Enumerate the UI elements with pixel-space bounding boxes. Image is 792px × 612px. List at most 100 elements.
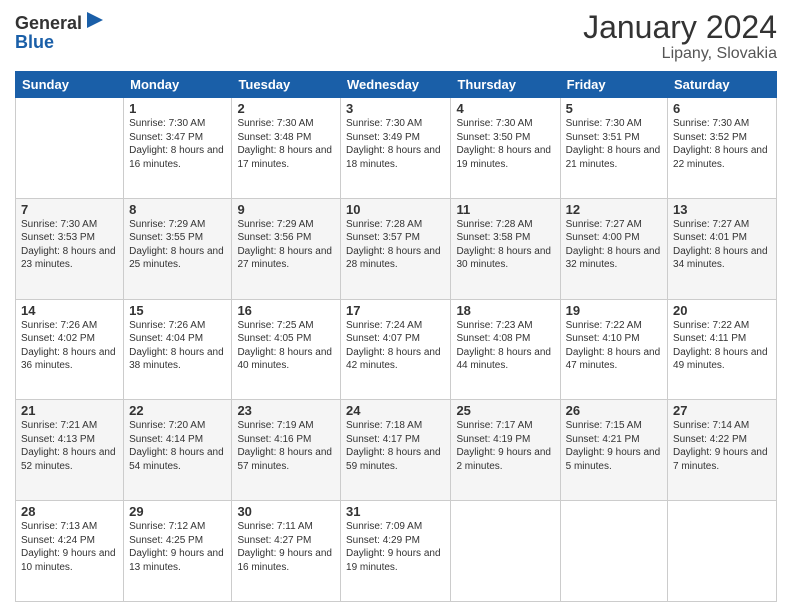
header-tuesday: Tuesday xyxy=(232,72,341,98)
day-number: 22 xyxy=(129,403,226,418)
day-number: 24 xyxy=(346,403,445,418)
day-number: 3 xyxy=(346,101,445,116)
day-info: Sunrise: 7:30 AMSunset: 3:49 PMDaylight:… xyxy=(346,117,445,171)
calendar-cell: 26Sunrise: 7:15 AMSunset: 4:21 PMDayligh… xyxy=(560,400,667,501)
header: General Blue January 2024 Lipany, Slovak… xyxy=(15,10,777,63)
header-saturday: Saturday xyxy=(668,72,777,98)
day-number: 18 xyxy=(456,303,554,318)
calendar-cell: 5Sunrise: 7:30 AMSunset: 3:51 PMDaylight… xyxy=(560,98,667,199)
calendar-cell: 31Sunrise: 7:09 AMSunset: 4:29 PMDayligh… xyxy=(341,501,451,602)
calendar-cell: 3Sunrise: 7:30 AMSunset: 3:49 PMDaylight… xyxy=(341,98,451,199)
page-title: January 2024 xyxy=(583,10,777,45)
day-info: Sunrise: 7:21 AMSunset: 4:13 PMDaylight:… xyxy=(21,419,118,473)
calendar-cell: 9Sunrise: 7:29 AMSunset: 3:56 PMDaylight… xyxy=(232,198,341,299)
day-info: Sunrise: 7:28 AMSunset: 3:58 PMDaylight:… xyxy=(456,218,554,272)
day-info: Sunrise: 7:30 AMSunset: 3:47 PMDaylight:… xyxy=(129,117,226,171)
calendar-cell: 16Sunrise: 7:25 AMSunset: 4:05 PMDayligh… xyxy=(232,299,341,400)
day-info: Sunrise: 7:13 AMSunset: 4:24 PMDaylight:… xyxy=(21,520,118,574)
calendar-cell: 7Sunrise: 7:30 AMSunset: 3:53 PMDaylight… xyxy=(16,198,124,299)
calendar-cell: 24Sunrise: 7:18 AMSunset: 4:17 PMDayligh… xyxy=(341,400,451,501)
calendar-cell: 18Sunrise: 7:23 AMSunset: 4:08 PMDayligh… xyxy=(451,299,560,400)
calendar-cell: 19Sunrise: 7:22 AMSunset: 4:10 PMDayligh… xyxy=(560,299,667,400)
calendar-cell: 4Sunrise: 7:30 AMSunset: 3:50 PMDaylight… xyxy=(451,98,560,199)
day-number: 10 xyxy=(346,202,445,217)
day-info: Sunrise: 7:30 AMSunset: 3:53 PMDaylight:… xyxy=(21,218,118,272)
calendar-cell: 8Sunrise: 7:29 AMSunset: 3:55 PMDaylight… xyxy=(124,198,232,299)
logo-general: General xyxy=(15,13,82,34)
day-info: Sunrise: 7:22 AMSunset: 4:10 PMDaylight:… xyxy=(566,319,662,373)
calendar-cell: 28Sunrise: 7:13 AMSunset: 4:24 PMDayligh… xyxy=(16,501,124,602)
day-info: Sunrise: 7:18 AMSunset: 4:17 PMDaylight:… xyxy=(346,419,445,473)
day-info: Sunrise: 7:30 AMSunset: 3:48 PMDaylight:… xyxy=(237,117,335,171)
calendar-cell: 22Sunrise: 7:20 AMSunset: 4:14 PMDayligh… xyxy=(124,400,232,501)
calendar-cell: 1Sunrise: 7:30 AMSunset: 3:47 PMDaylight… xyxy=(124,98,232,199)
day-number: 4 xyxy=(456,101,554,116)
header-sunday: Sunday xyxy=(16,72,124,98)
day-info: Sunrise: 7:25 AMSunset: 4:05 PMDaylight:… xyxy=(237,319,335,373)
calendar-cell: 10Sunrise: 7:28 AMSunset: 3:57 PMDayligh… xyxy=(341,198,451,299)
day-number: 8 xyxy=(129,202,226,217)
day-number: 16 xyxy=(237,303,335,318)
header-friday: Friday xyxy=(560,72,667,98)
day-number: 27 xyxy=(673,403,771,418)
calendar-cell xyxy=(451,501,560,602)
day-info: Sunrise: 7:26 AMSunset: 4:04 PMDaylight:… xyxy=(129,319,226,373)
calendar-cell: 15Sunrise: 7:26 AMSunset: 4:04 PMDayligh… xyxy=(124,299,232,400)
calendar-table: Sunday Monday Tuesday Wednesday Thursday… xyxy=(15,71,777,602)
header-wednesday: Wednesday xyxy=(341,72,451,98)
day-number: 5 xyxy=(566,101,662,116)
day-number: 29 xyxy=(129,504,226,519)
day-number: 7 xyxy=(21,202,118,217)
calendar-cell: 20Sunrise: 7:22 AMSunset: 4:11 PMDayligh… xyxy=(668,299,777,400)
day-info: Sunrise: 7:19 AMSunset: 4:16 PMDaylight:… xyxy=(237,419,335,473)
day-number: 30 xyxy=(237,504,335,519)
calendar-cell: 23Sunrise: 7:19 AMSunset: 4:16 PMDayligh… xyxy=(232,400,341,501)
calendar-cell: 21Sunrise: 7:21 AMSunset: 4:13 PMDayligh… xyxy=(16,400,124,501)
day-info: Sunrise: 7:15 AMSunset: 4:21 PMDaylight:… xyxy=(566,419,662,473)
day-info: Sunrise: 7:30 AMSunset: 3:50 PMDaylight:… xyxy=(456,117,554,171)
day-number: 20 xyxy=(673,303,771,318)
logo: General Blue xyxy=(15,10,106,53)
day-number: 13 xyxy=(673,202,771,217)
day-info: Sunrise: 7:28 AMSunset: 3:57 PMDaylight:… xyxy=(346,218,445,272)
day-info: Sunrise: 7:23 AMSunset: 4:08 PMDaylight:… xyxy=(456,319,554,373)
day-info: Sunrise: 7:09 AMSunset: 4:29 PMDaylight:… xyxy=(346,520,445,574)
calendar-cell: 11Sunrise: 7:28 AMSunset: 3:58 PMDayligh… xyxy=(451,198,560,299)
day-number: 23 xyxy=(237,403,335,418)
calendar-cell: 17Sunrise: 7:24 AMSunset: 4:07 PMDayligh… xyxy=(341,299,451,400)
calendar-cell: 29Sunrise: 7:12 AMSunset: 4:25 PMDayligh… xyxy=(124,501,232,602)
day-info: Sunrise: 7:11 AMSunset: 4:27 PMDaylight:… xyxy=(237,520,335,574)
calendar-cell: 30Sunrise: 7:11 AMSunset: 4:27 PMDayligh… xyxy=(232,501,341,602)
calendar-cell: 12Sunrise: 7:27 AMSunset: 4:00 PMDayligh… xyxy=(560,198,667,299)
day-number: 6 xyxy=(673,101,771,116)
day-info: Sunrise: 7:30 AMSunset: 3:52 PMDaylight:… xyxy=(673,117,771,171)
calendar-cell xyxy=(16,98,124,199)
day-number: 28 xyxy=(21,504,118,519)
day-number: 1 xyxy=(129,101,226,116)
calendar-cell xyxy=(560,501,667,602)
calendar-header-row: Sunday Monday Tuesday Wednesday Thursday… xyxy=(16,72,777,98)
day-info: Sunrise: 7:30 AMSunset: 3:51 PMDaylight:… xyxy=(566,117,662,171)
day-info: Sunrise: 7:20 AMSunset: 4:14 PMDaylight:… xyxy=(129,419,226,473)
day-info: Sunrise: 7:12 AMSunset: 4:25 PMDaylight:… xyxy=(129,520,226,574)
calendar-cell: 6Sunrise: 7:30 AMSunset: 3:52 PMDaylight… xyxy=(668,98,777,199)
header-monday: Monday xyxy=(124,72,232,98)
calendar-cell: 14Sunrise: 7:26 AMSunset: 4:02 PMDayligh… xyxy=(16,299,124,400)
day-number: 14 xyxy=(21,303,118,318)
day-number: 15 xyxy=(129,303,226,318)
logo-text: General Blue xyxy=(15,10,106,53)
calendar-cell xyxy=(668,501,777,602)
day-info: Sunrise: 7:29 AMSunset: 3:55 PMDaylight:… xyxy=(129,218,226,272)
page-subtitle: Lipany, Slovakia xyxy=(583,45,777,63)
day-info: Sunrise: 7:27 AMSunset: 4:01 PMDaylight:… xyxy=(673,218,771,272)
day-number: 11 xyxy=(456,202,554,217)
day-info: Sunrise: 7:27 AMSunset: 4:00 PMDaylight:… xyxy=(566,218,662,272)
day-number: 19 xyxy=(566,303,662,318)
day-info: Sunrise: 7:29 AMSunset: 3:56 PMDaylight:… xyxy=(237,218,335,272)
day-info: Sunrise: 7:22 AMSunset: 4:11 PMDaylight:… xyxy=(673,319,771,373)
calendar-cell: 13Sunrise: 7:27 AMSunset: 4:01 PMDayligh… xyxy=(668,198,777,299)
day-number: 21 xyxy=(21,403,118,418)
day-number: 12 xyxy=(566,202,662,217)
calendar-cell: 25Sunrise: 7:17 AMSunset: 4:19 PMDayligh… xyxy=(451,400,560,501)
day-info: Sunrise: 7:17 AMSunset: 4:19 PMDaylight:… xyxy=(456,419,554,473)
